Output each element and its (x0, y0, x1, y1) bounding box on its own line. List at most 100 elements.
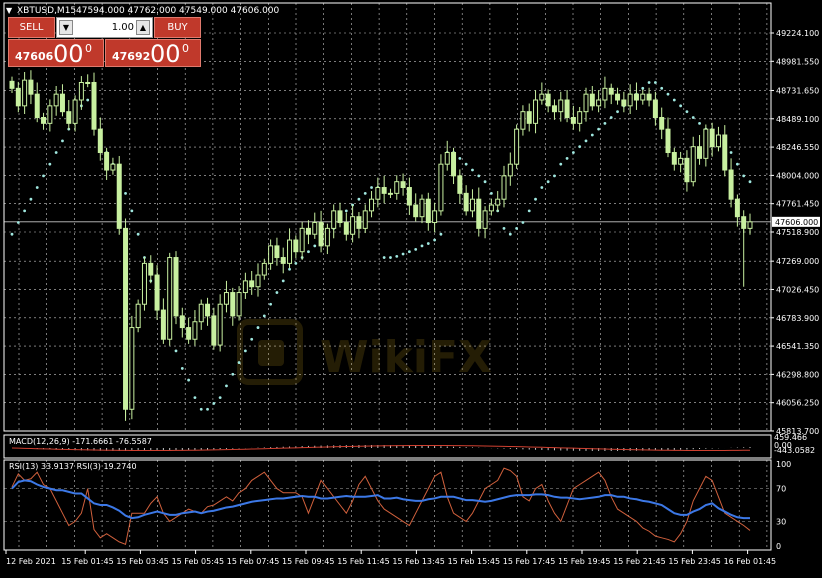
sar-dot (225, 384, 228, 388)
candle-body (305, 227, 311, 235)
symbol-label: XBTUSD,M15 (17, 6, 76, 16)
rsi-label: RSI(13) 33.9137 RSI(3) 19.2740 (9, 462, 137, 471)
chart-window[interactable]: WikiFX 459.466 0.00 -443.0582 100 70 30 0 492… (0, 0, 822, 574)
sar-dot (218, 396, 222, 399)
sar-dot (691, 116, 695, 119)
candle-body (268, 245, 274, 264)
sar-dot (515, 226, 519, 230)
sar-dot (679, 104, 683, 108)
sar-dot (199, 407, 203, 411)
time-tick-label: 15 Feb 13:45 (392, 557, 444, 566)
time-tick-label: 15 Feb 11:45 (337, 557, 389, 566)
time-tick-label: 15 Feb 23:45 (668, 557, 720, 566)
candle-body (419, 198, 425, 218)
candle-body (469, 198, 475, 212)
buy-price-button[interactable]: 47692 00 0 (105, 39, 201, 68)
lot-decrease-icon[interactable]: ▼ (59, 20, 73, 35)
sar-dot (262, 314, 266, 318)
lot-size-input[interactable] (75, 20, 136, 35)
sar-dot (206, 407, 209, 411)
price-tick-label: 46783.900 (776, 314, 819, 323)
sell-button[interactable]: SELL (8, 17, 55, 38)
candle-body (318, 222, 324, 247)
candle-body (413, 204, 419, 218)
sar-dot (61, 139, 64, 143)
buy-button[interactable]: BUY (154, 17, 201, 38)
sar-dot (124, 191, 127, 195)
candle-body (633, 93, 639, 101)
rsi3-line (11, 467, 751, 546)
sell-price-big: 00 (53, 40, 84, 68)
sar-dot (10, 232, 14, 236)
candle-body (652, 99, 658, 119)
sar-dot (609, 116, 613, 119)
time-tick-label: 15 Feb 07:45 (227, 557, 279, 566)
candle-body (312, 222, 318, 235)
candle-body (230, 292, 236, 317)
sell-price-button[interactable]: 47606 00 0 (8, 39, 104, 68)
price-tick-label: 48246.550 (776, 143, 819, 152)
time-tick-label: 15 Feb 17:45 (503, 557, 555, 566)
sar-dot (439, 232, 443, 236)
sar-dot (243, 349, 247, 353)
candle-body (690, 146, 696, 183)
candle-body (451, 152, 457, 177)
candle-body (728, 169, 734, 200)
sar-dot (48, 162, 52, 166)
sar-dot (464, 162, 468, 166)
sar-dot (187, 378, 191, 382)
candle-body (684, 157, 690, 183)
price-tick-label: 47518.900 (776, 228, 819, 237)
candle-body (91, 81, 97, 130)
candle-body (110, 163, 116, 171)
sar-dot (86, 98, 90, 102)
sar-dot (559, 162, 563, 166)
candle-body (261, 262, 267, 276)
sar-dot (401, 252, 405, 256)
candle-body (526, 111, 532, 124)
sar-dot (603, 121, 607, 125)
candle-body (173, 257, 179, 317)
candle-body (596, 99, 602, 107)
candle-body (438, 163, 444, 212)
sar-dot (483, 180, 487, 184)
sar-dot (130, 209, 134, 213)
time-tick-label: 16 Feb 01:45 (724, 557, 776, 566)
time-tick-label: 15 Feb 01:45 (61, 557, 113, 566)
sar-dot (735, 162, 739, 166)
candle-body (671, 152, 677, 165)
sar-dot (389, 256, 392, 259)
price-tick-label: 48981.550 (776, 57, 819, 66)
candle-body (589, 93, 595, 107)
sar-dot (357, 197, 361, 201)
sar-dot (256, 326, 260, 329)
candle-body (488, 204, 494, 212)
trade-panel-top-row: SELL ▼ ▲ BUY (8, 17, 201, 38)
candle-body (356, 216, 362, 229)
lot-size-stepper[interactable]: ▼ ▲ (56, 17, 153, 38)
time-axis: 12 Feb 2021 15 Feb 01:45 15 Feb 03:45 15 Fe… (5, 550, 776, 566)
sar-dot (275, 291, 279, 294)
candle-body (47, 105, 53, 124)
sar-dot (616, 110, 619, 114)
price-chart-canvas[interactable]: WikiFX 459.4660.00-443.0582 10070300 492… (0, 0, 822, 574)
sar-dot (471, 168, 474, 172)
sar-dot (653, 81, 657, 84)
candle-body (324, 227, 330, 247)
sar-dot (540, 186, 544, 189)
price-tick-label: 45813.700 (776, 427, 819, 436)
sar-dot (426, 242, 430, 245)
header-arrow-icon[interactable]: ▼ (6, 6, 13, 15)
lot-increase-icon[interactable]: ▲ (136, 20, 150, 35)
candle-body (242, 280, 248, 294)
sar-dot (641, 86, 645, 90)
candle-body (116, 163, 122, 229)
candle-body (501, 175, 507, 200)
candle-body (15, 87, 21, 107)
candle-body (387, 192, 393, 195)
candle-body (640, 93, 646, 101)
sar-dot (288, 267, 291, 271)
sar-dot (307, 250, 310, 254)
candle-body (369, 198, 375, 212)
candle-body (583, 93, 589, 113)
